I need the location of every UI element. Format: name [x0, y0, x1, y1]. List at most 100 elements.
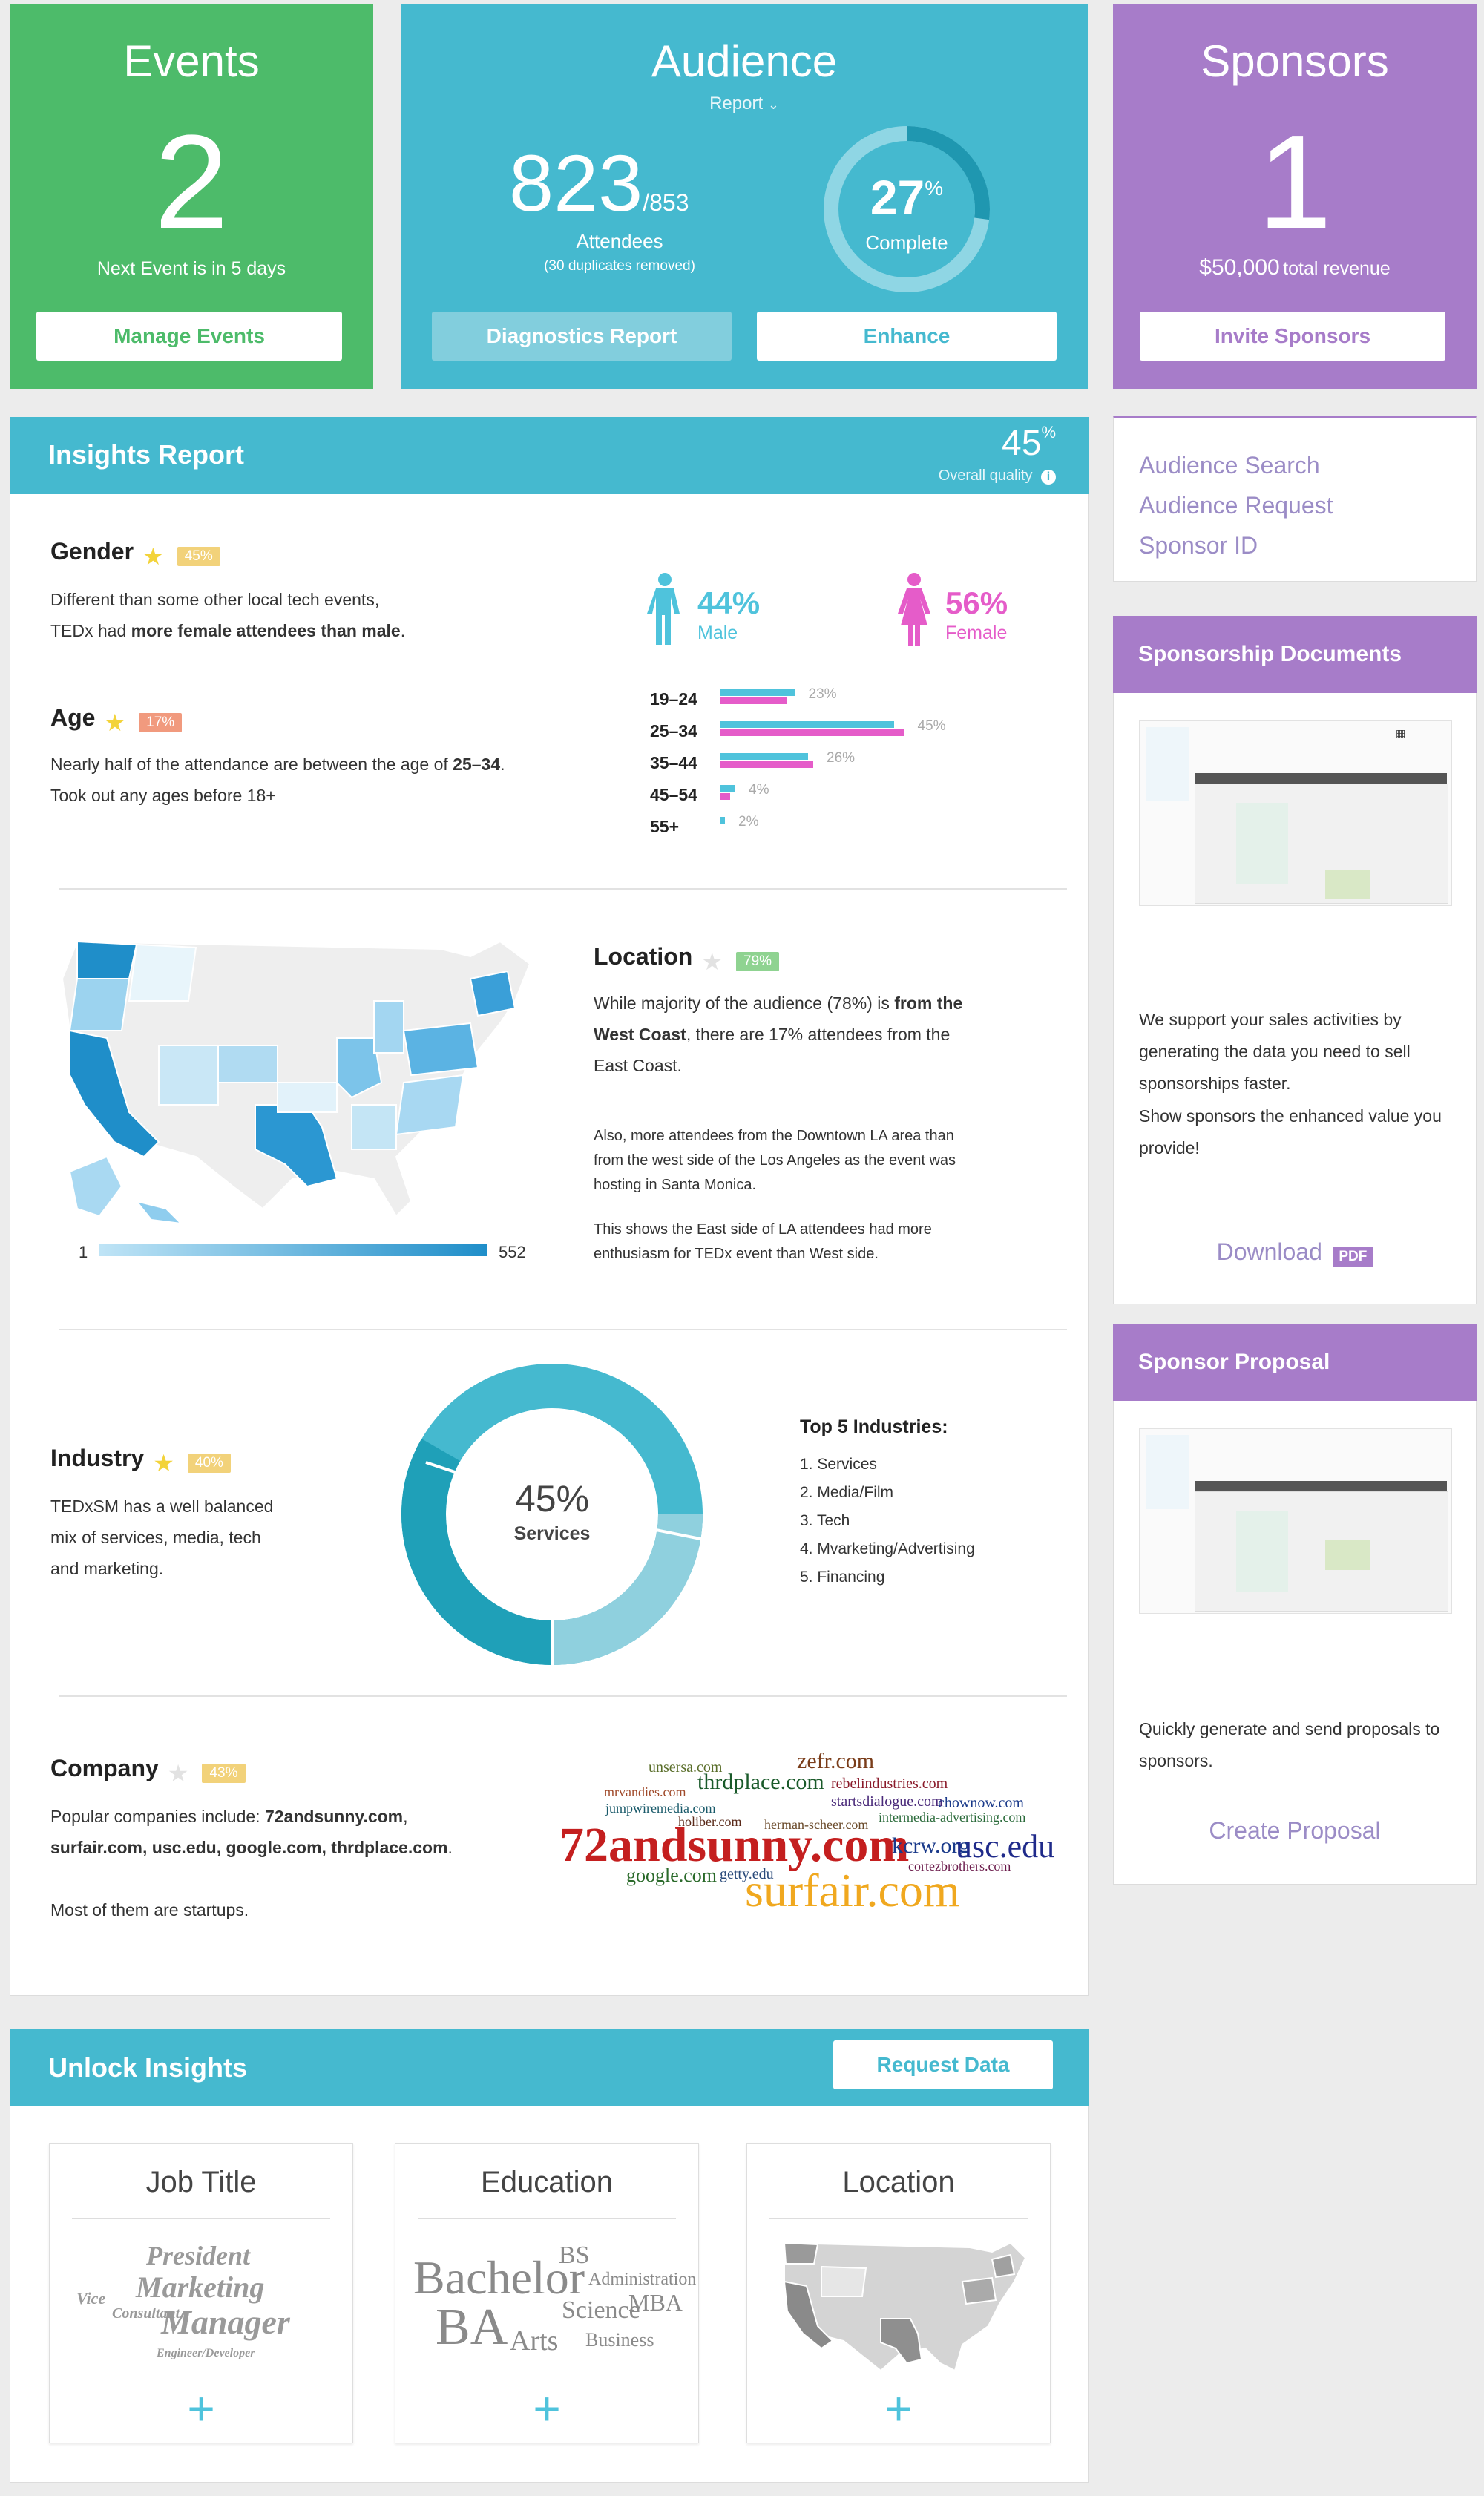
cloud-word: Marketing — [136, 2270, 265, 2304]
age-line1: Nearly half of the attendance are betwee… — [50, 755, 505, 774]
proposal-thumbnail[interactable] — [1139, 1428, 1452, 1614]
company-line1-b: 72andsunny.com — [264, 1807, 404, 1826]
location-card[interactable]: Location + — [746, 2143, 1051, 2443]
sponsor-proposal-panel: Sponsor Proposal Quickly generate and se… — [1113, 1324, 1477, 1885]
audience-request-link[interactable]: Audience Request — [1139, 485, 1333, 525]
age-bar-row: 25–34 45% — [650, 715, 1021, 746]
sponsor-id-link[interactable]: Sponsor ID — [1139, 525, 1333, 565]
industry-desc: TEDxSM has a well balanced mix of servic… — [50, 1491, 362, 1584]
enhance-button[interactable]: Enhance — [757, 312, 1057, 361]
company-heading: Company ★ 43% — [50, 1755, 246, 1787]
cloud-word: google.com — [626, 1865, 718, 1886]
star-icon[interactable]: ★ — [701, 948, 723, 976]
location-map-thumbnail — [783, 2242, 1027, 2372]
location-heading: Location ★ 79% — [594, 943, 780, 976]
cloud-word: startsdialogue.com — [831, 1793, 943, 1810]
gender-desc: Different than some other local tech eve… — [50, 584, 585, 646]
male-bar — [720, 785, 735, 792]
sponsors-revenue: $50,000 total revenue — [1113, 255, 1477, 280]
list-item: 1. Services — [800, 1456, 877, 1473]
industry-tag: 40% — [187, 1453, 231, 1473]
female-bar — [720, 697, 787, 704]
female-pct: 56% — [945, 585, 1008, 620]
manage-events-button[interactable]: Manage Events — [36, 312, 342, 361]
divider — [72, 2218, 330, 2219]
age-line2: Took out any ages before 18+ — [50, 786, 276, 805]
insights-header: Insights Report 45% Overall quality i — [10, 417, 1089, 494]
job-title-word-cloud: President Marketing Vice Consultant Mana… — [72, 2237, 332, 2371]
gender-line2-a: TEDx had — [50, 621, 131, 640]
download-link[interactable]: Download PDF — [1114, 1238, 1476, 1267]
diagnostics-report-button[interactable]: Diagnostics Report — [432, 312, 732, 361]
quality-label-row: Overall quality i — [939, 467, 1056, 485]
location-tag: 79% — [736, 951, 780, 971]
add-location-button[interactable]: + — [747, 2381, 1050, 2436]
female-bar — [720, 793, 730, 800]
industry-heading: Industry ★ 40% — [50, 1445, 231, 1477]
age-line1-a: Nearly half of the attendance are betwee… — [50, 755, 453, 774]
female-bar — [720, 729, 904, 736]
location-card-title: Location — [842, 2166, 955, 2198]
list-item: 3. Tech — [800, 1512, 850, 1529]
report-dropdown[interactable]: Report ⌄ — [401, 93, 1088, 114]
education-card[interactable]: Education Bachelor BA Arts Science MBA B… — [395, 2143, 699, 2443]
cloud-word: BA — [436, 2299, 508, 2356]
divider — [59, 1695, 1067, 1697]
cloud-word: Arts — [510, 2325, 559, 2357]
complete-pct-number: 27 — [870, 170, 925, 225]
divider — [59, 1329, 1067, 1330]
cloud-word: rebelindustries.com — [831, 1776, 948, 1792]
audience-title: Audience — [651, 36, 838, 86]
gender-line1: Different than some other local tech eve… — [50, 590, 380, 609]
female-bar — [720, 761, 813, 768]
sponsors-title: Sponsors — [1201, 36, 1389, 86]
star-icon[interactable]: ★ — [168, 1759, 189, 1787]
unlock-insights-header: Unlock Insights Request Data — [10, 2029, 1089, 2106]
education-card-title: Education — [481, 2166, 613, 2198]
create-proposal-link[interactable]: Create Proposal — [1114, 1817, 1476, 1845]
audience-search-link[interactable]: Audience Search — [1139, 445, 1333, 485]
cloud-word: thrdplace.com — [697, 1770, 824, 1794]
age-bar-row: 19–24 23% — [650, 683, 1021, 715]
star-icon[interactable]: ★ — [142, 542, 164, 571]
sidebar-links-panel: Audience Search Audience Request Sponsor… — [1113, 416, 1477, 582]
sponsorship-docs-p1: We support your sales activities by gene… — [1139, 1010, 1411, 1093]
company-line2-b: surfair.com, usc.edu, google.com, thrdpl… — [50, 1838, 448, 1857]
info-icon[interactable]: i — [1041, 470, 1056, 485]
age-bar-label: 25–34 — [650, 721, 697, 740]
cloud-word: surfair.com — [745, 1864, 960, 1914]
company-word-cloud: zefr.com unsersa.com thrdplace.com rebel… — [559, 1743, 1064, 1914]
company-line2-end: . — [447, 1838, 453, 1857]
pdf-badge: PDF — [1333, 1246, 1373, 1267]
location-p1-a: While majority of the audience (78%) is — [594, 994, 895, 1013]
job-title-card[interactable]: Job Title President Marketing Vice Consu… — [49, 2143, 353, 2443]
star-icon[interactable]: ★ — [104, 709, 125, 737]
quality-sign: % — [1041, 423, 1056, 441]
invite-sponsors-button[interactable]: Invite Sponsors — [1140, 312, 1445, 361]
legend-max: 552 — [499, 1243, 526, 1261]
sponsorship-docs-p2: Show sponsors the enhanced value you pro… — [1139, 1106, 1442, 1157]
insights-report-panel: Insights Report 45% Overall quality i Ge… — [10, 417, 1089, 1996]
attendees-number: 823 — [509, 138, 643, 228]
complete-pct: 27% — [819, 169, 994, 226]
industry-desc-line3: and marketing. — [50, 1559, 164, 1578]
add-education-button[interactable]: + — [395, 2381, 698, 2436]
complete-pct-sign: % — [925, 177, 944, 200]
report-thumbnail[interactable]: ▦ — [1139, 720, 1452, 906]
gender-line2: TEDx had more female attendees than male… — [50, 621, 406, 640]
cloud-word: BS — [559, 2242, 590, 2269]
gender-title: Gender — [50, 538, 134, 565]
male-pct: 44% — [697, 585, 761, 620]
company-line1: Popular companies include: 72andsunny.co… — [50, 1807, 408, 1826]
star-icon[interactable]: ★ — [153, 1449, 174, 1477]
company-desc: Popular companies include: 72andsunny.co… — [50, 1801, 585, 1925]
duplicates-note: (30 duplicates removed) — [544, 258, 695, 274]
location-p3: This shows the East side of LA attendees… — [594, 1221, 932, 1262]
request-data-button[interactable]: Request Data — [833, 2040, 1053, 2089]
add-job-title-button[interactable]: + — [50, 2381, 352, 2436]
age-bar-row: 55+ 2% — [650, 811, 1021, 842]
cloud-word: President — [146, 2241, 250, 2270]
events-count: 2 — [154, 108, 229, 257]
male-label: Male — [697, 623, 738, 643]
divider — [769, 2218, 1028, 2219]
